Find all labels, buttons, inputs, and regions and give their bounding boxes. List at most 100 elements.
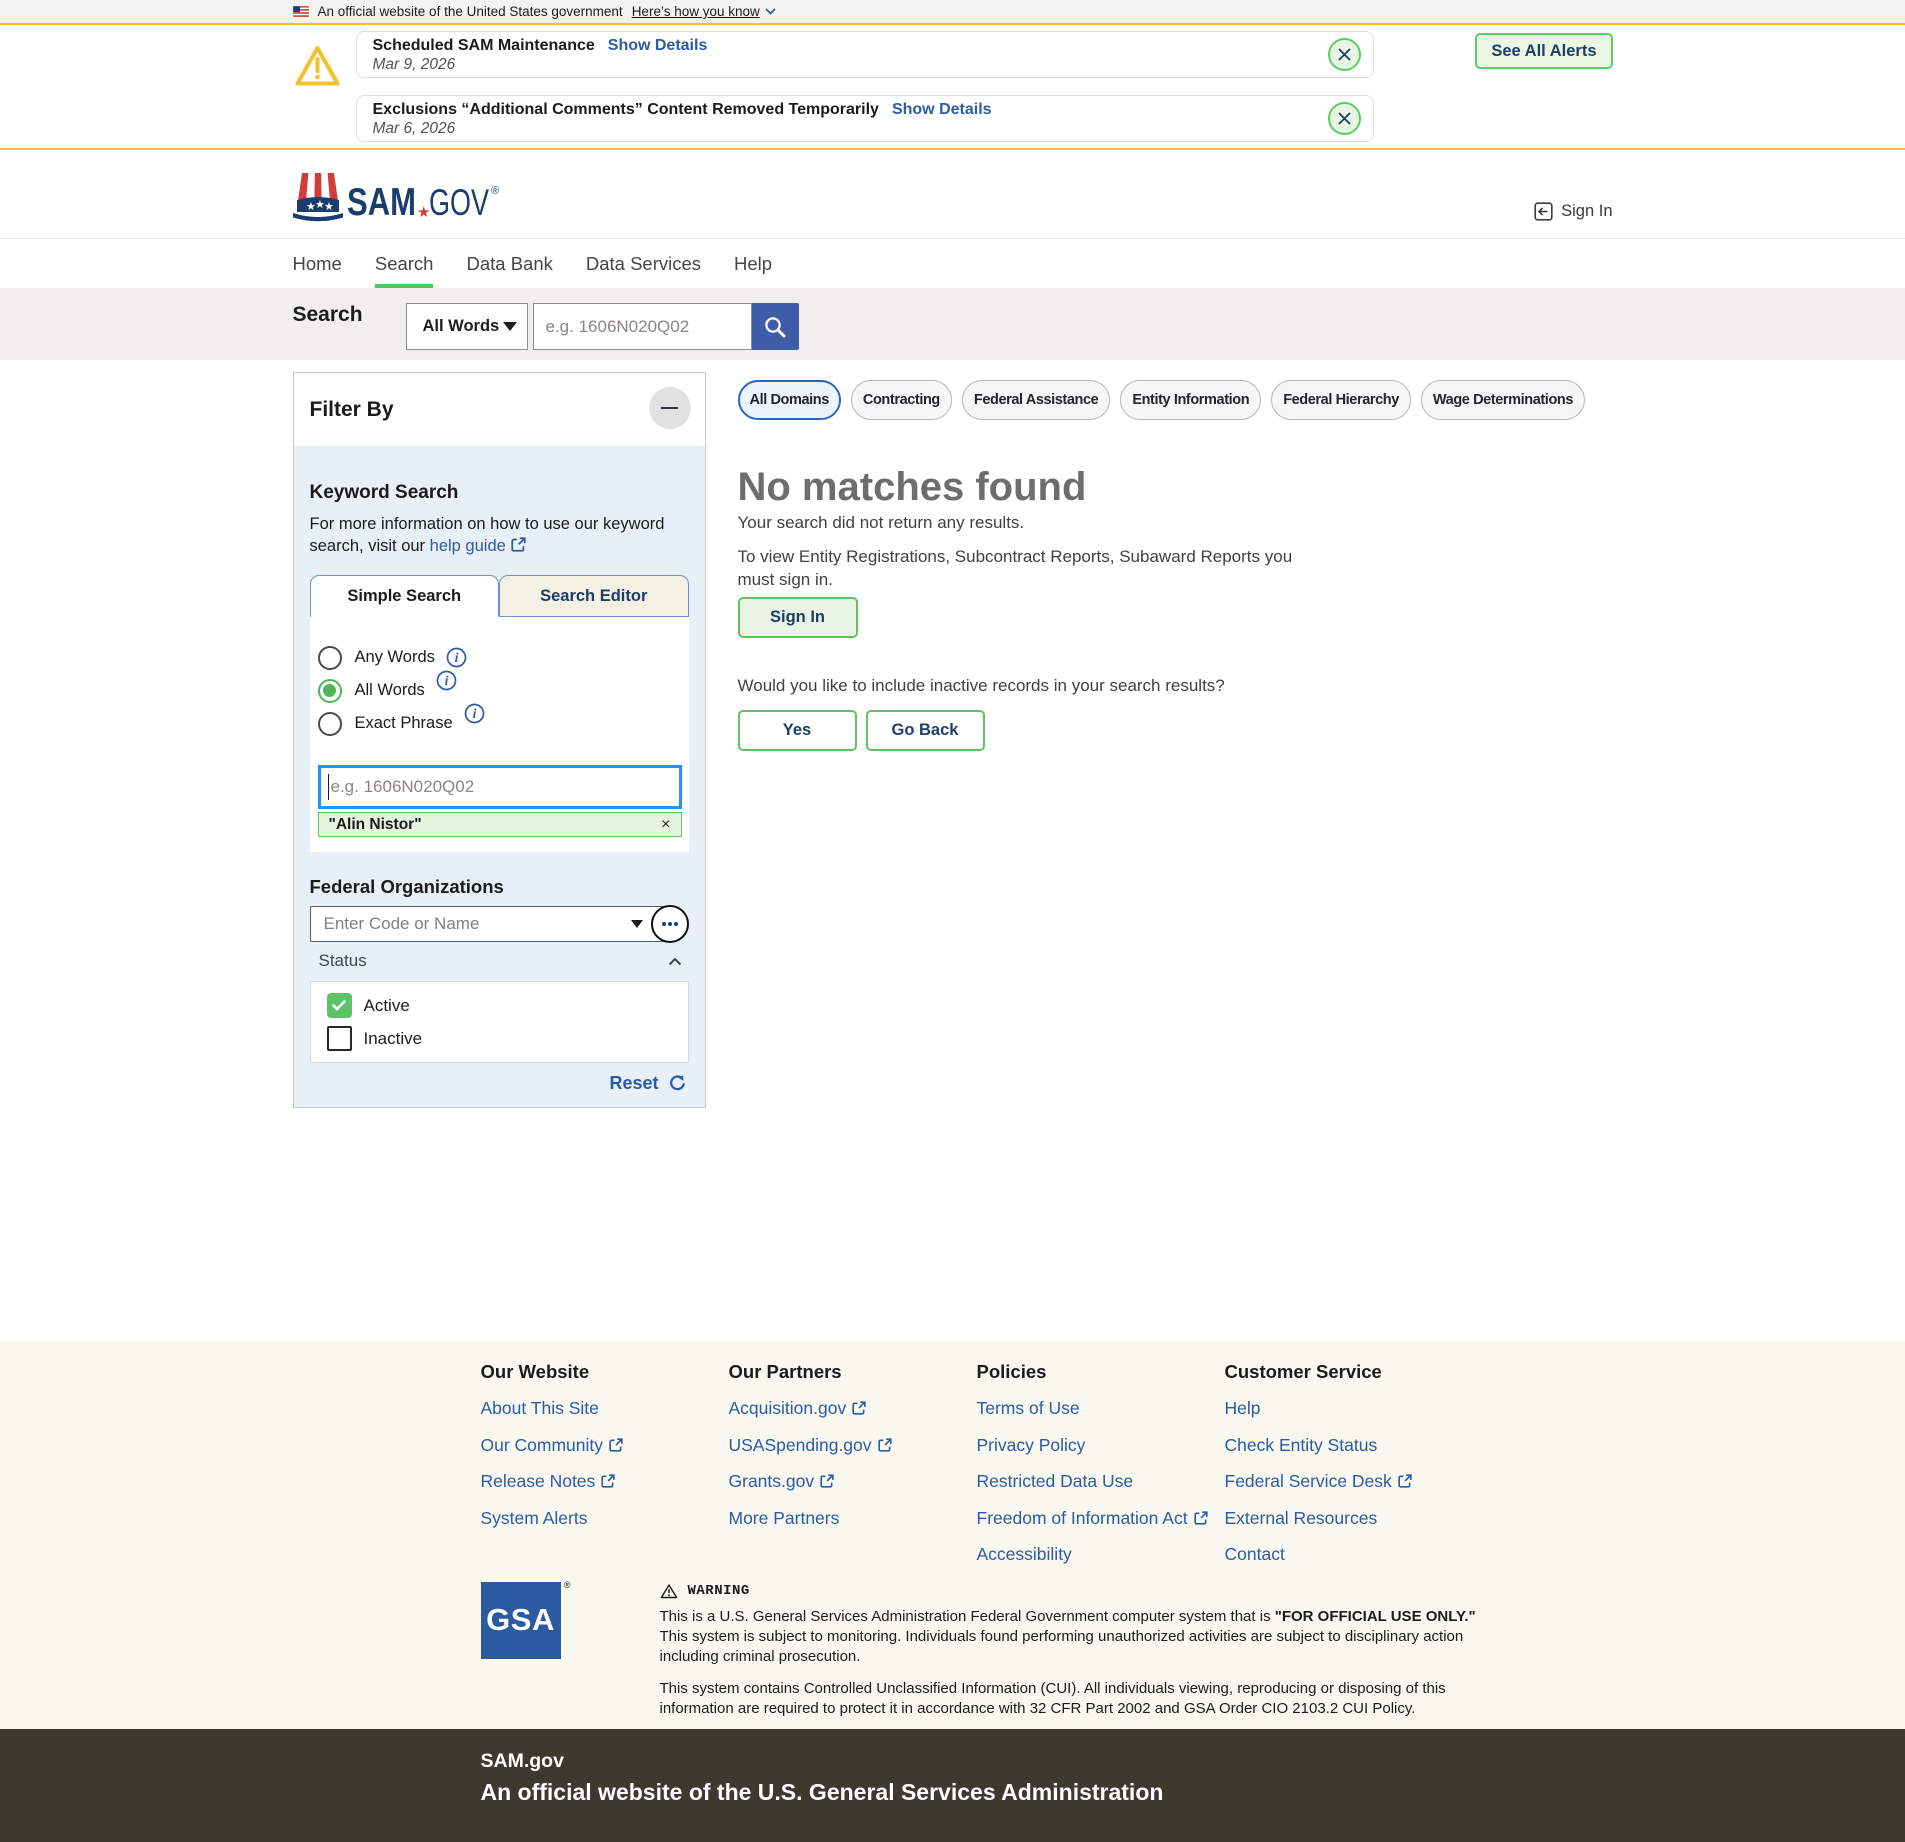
alert-show-details-link[interactable]: Show Details: [892, 101, 992, 119]
radio-label: Exact Phrase: [355, 714, 453, 733]
nav-item-home[interactable]: Home: [293, 239, 342, 288]
federal-organizations-more-button[interactable]: [651, 905, 689, 943]
footer-link-more-partners[interactable]: More Partners: [729, 1508, 840, 1528]
nav-item-search[interactable]: Search: [375, 239, 434, 288]
chevron-down-icon: [765, 8, 776, 15]
footer-link-external-resources[interactable]: External Resources: [1225, 1508, 1378, 1528]
tab-simple-search[interactable]: Simple Search: [310, 575, 500, 617]
search-submit-button[interactable]: [752, 303, 799, 350]
radio-any-words[interactable]: [318, 646, 342, 670]
alert-close-button[interactable]: [1328, 102, 1361, 135]
footer-link-foia[interactable]: Freedom of Information Act: [977, 1508, 1208, 1528]
checkbox-label: Active: [364, 996, 410, 1016]
banner-text: An official website of the United States…: [318, 4, 623, 19]
footer-link-privacy-policy[interactable]: Privacy Policy: [977, 1435, 1086, 1455]
footer-link-release-notes[interactable]: Release Notes: [481, 1471, 616, 1491]
filter-collapse-button[interactable]: [649, 387, 691, 429]
bottom-site-name: SAM.gov: [481, 1749, 1613, 1773]
see-all-alerts-button[interactable]: See All Alerts: [1475, 33, 1612, 69]
chip-remove-icon[interactable]: ×: [661, 817, 670, 833]
radio-all-words[interactable]: [318, 679, 342, 703]
svg-text:®: ®: [491, 185, 499, 197]
svg-text:i: i: [444, 673, 448, 688]
gsa-reg-mark: ®: [564, 1580, 571, 1590]
alert-title: Scheduled SAM Maintenance: [373, 36, 595, 56]
svg-text:★: ★: [324, 201, 334, 213]
checkbox-active[interactable]: [327, 993, 352, 1018]
banner-how-you-know-link[interactable]: Here’s how you know: [632, 4, 776, 19]
caret-down-icon: [503, 322, 517, 331]
footer-col-customer-service: Customer Service Help Check Entity Statu…: [1225, 1361, 1473, 1582]
bottom-bar: SAM.gov An official website of the U.S. …: [0, 1729, 1905, 1842]
footer-link-federal-service-desk[interactable]: Federal Service Desk: [1225, 1471, 1412, 1491]
alerts-list: Scheduled SAM Maintenance Show Details M…: [356, 31, 1374, 142]
sign-in-button[interactable]: Sign In: [738, 597, 858, 638]
close-icon: [1338, 48, 1351, 61]
reset-button[interactable]: Reset: [609, 1073, 658, 1094]
checkbox-label: Inactive: [364, 1029, 423, 1049]
header-sign-in-link[interactable]: Sign In: [1534, 202, 1612, 221]
site-footer: Our Website About This Site Our Communit…: [0, 1341, 1905, 1729]
keyword-search-input[interactable]: [318, 765, 682, 809]
status-section-label: Status: [319, 951, 367, 971]
info-icon[interactable]: i: [436, 670, 457, 691]
caret-down-icon: [631, 920, 643, 928]
simple-search-panel: Any Words i All Words: [310, 617, 689, 852]
footer-link-restricted-data-use[interactable]: Restricted Data Use: [977, 1471, 1134, 1491]
footer-link-terms-of-use[interactable]: Terms of Use: [977, 1398, 1080, 1418]
info-icon[interactable]: i: [446, 647, 467, 668]
nav-item-help[interactable]: Help: [734, 239, 772, 288]
domain-pill-wage-determinations[interactable]: Wage Determinations: [1421, 380, 1585, 420]
go-back-button[interactable]: Go Back: [866, 710, 985, 751]
checkbox-row-active: Active: [327, 993, 672, 1018]
warning-label: WARNING: [688, 1583, 750, 1599]
footer-link-help[interactable]: Help: [1225, 1398, 1261, 1418]
search-mode-select[interactable]: All Words: [406, 303, 528, 350]
footer-col-our-partners: Our Partners Acquisition.gov USASpending…: [729, 1361, 977, 1582]
domain-pill-contracting[interactable]: Contracting: [851, 380, 952, 420]
warning-paragraph-1: This is a U.S. General Services Administ…: [660, 1607, 1500, 1667]
chevron-up-icon[interactable]: [668, 957, 682, 966]
help-guide-link[interactable]: help guide: [430, 537, 526, 555]
footer-link-contact[interactable]: Contact: [1225, 1544, 1285, 1564]
radio-exact-phrase[interactable]: [318, 712, 342, 736]
reset-refresh-icon[interactable]: [668, 1074, 687, 1093]
tab-search-editor[interactable]: Search Editor: [499, 575, 689, 617]
sign-in-required-text: To view Entity Registrations, Subcontrac…: [738, 545, 1313, 591]
uncle-sam-hat-icon: ★ ★ ★: [293, 173, 343, 221]
yes-button[interactable]: Yes: [738, 710, 857, 751]
info-icon[interactable]: i: [464, 703, 485, 724]
external-link-icon: [511, 537, 526, 552]
domain-pill-federal-assistance[interactable]: Federal Assistance: [962, 380, 1110, 420]
sam-gov-logo[interactable]: ★ ★ ★ SAM ★ GOV ®: [293, 171, 499, 222]
alert-show-details-link[interactable]: Show Details: [608, 37, 708, 55]
nav-item-data-services[interactable]: Data Services: [586, 239, 701, 288]
footer-link-our-community[interactable]: Our Community: [481, 1435, 624, 1455]
results-column: All Domains Contracting Federal Assistan…: [738, 360, 1613, 751]
federal-organizations-combo[interactable]: Enter Code or Name: [310, 906, 666, 942]
footer-link-accessibility[interactable]: Accessibility: [977, 1544, 1072, 1564]
keyword-chip: "Alin Nistor" ×: [318, 812, 682, 837]
svg-text:SAM: SAM: [347, 181, 416, 222]
footer-link-about-this-site[interactable]: About This Site: [481, 1398, 599, 1418]
checkbox-inactive[interactable]: [327, 1026, 352, 1051]
svg-text:i: i: [472, 706, 476, 721]
footer-link-usaspending-gov[interactable]: USASpending.gov: [729, 1435, 892, 1455]
domain-pill-federal-hierarchy[interactable]: Federal Hierarchy: [1271, 380, 1411, 420]
footer-link-grants-gov[interactable]: Grants.gov: [729, 1471, 835, 1491]
warning-triangle-icon: [294, 44, 341, 87]
footer-link-check-entity-status[interactable]: Check Entity Status: [1225, 1435, 1378, 1455]
nav-item-data-bank[interactable]: Data Bank: [466, 239, 552, 288]
text-cursor: [328, 774, 329, 800]
alert-close-button[interactable]: [1328, 38, 1361, 71]
global-search-input[interactable]: [533, 303, 752, 350]
domain-pill-entity-information[interactable]: Entity Information: [1120, 380, 1261, 420]
external-link-icon: [1398, 1474, 1412, 1488]
footer-link-system-alerts[interactable]: System Alerts: [481, 1508, 588, 1528]
domain-pill-all-domains[interactable]: All Domains: [738, 380, 841, 420]
warning-small-icon: [660, 1583, 678, 1599]
footer-link-acquisition-gov[interactable]: Acquisition.gov: [729, 1398, 867, 1418]
radio-row-any-words: Any Words i: [318, 641, 682, 674]
us-flag-icon: [293, 6, 309, 17]
alert-card: Scheduled SAM Maintenance Show Details M…: [356, 31, 1374, 78]
